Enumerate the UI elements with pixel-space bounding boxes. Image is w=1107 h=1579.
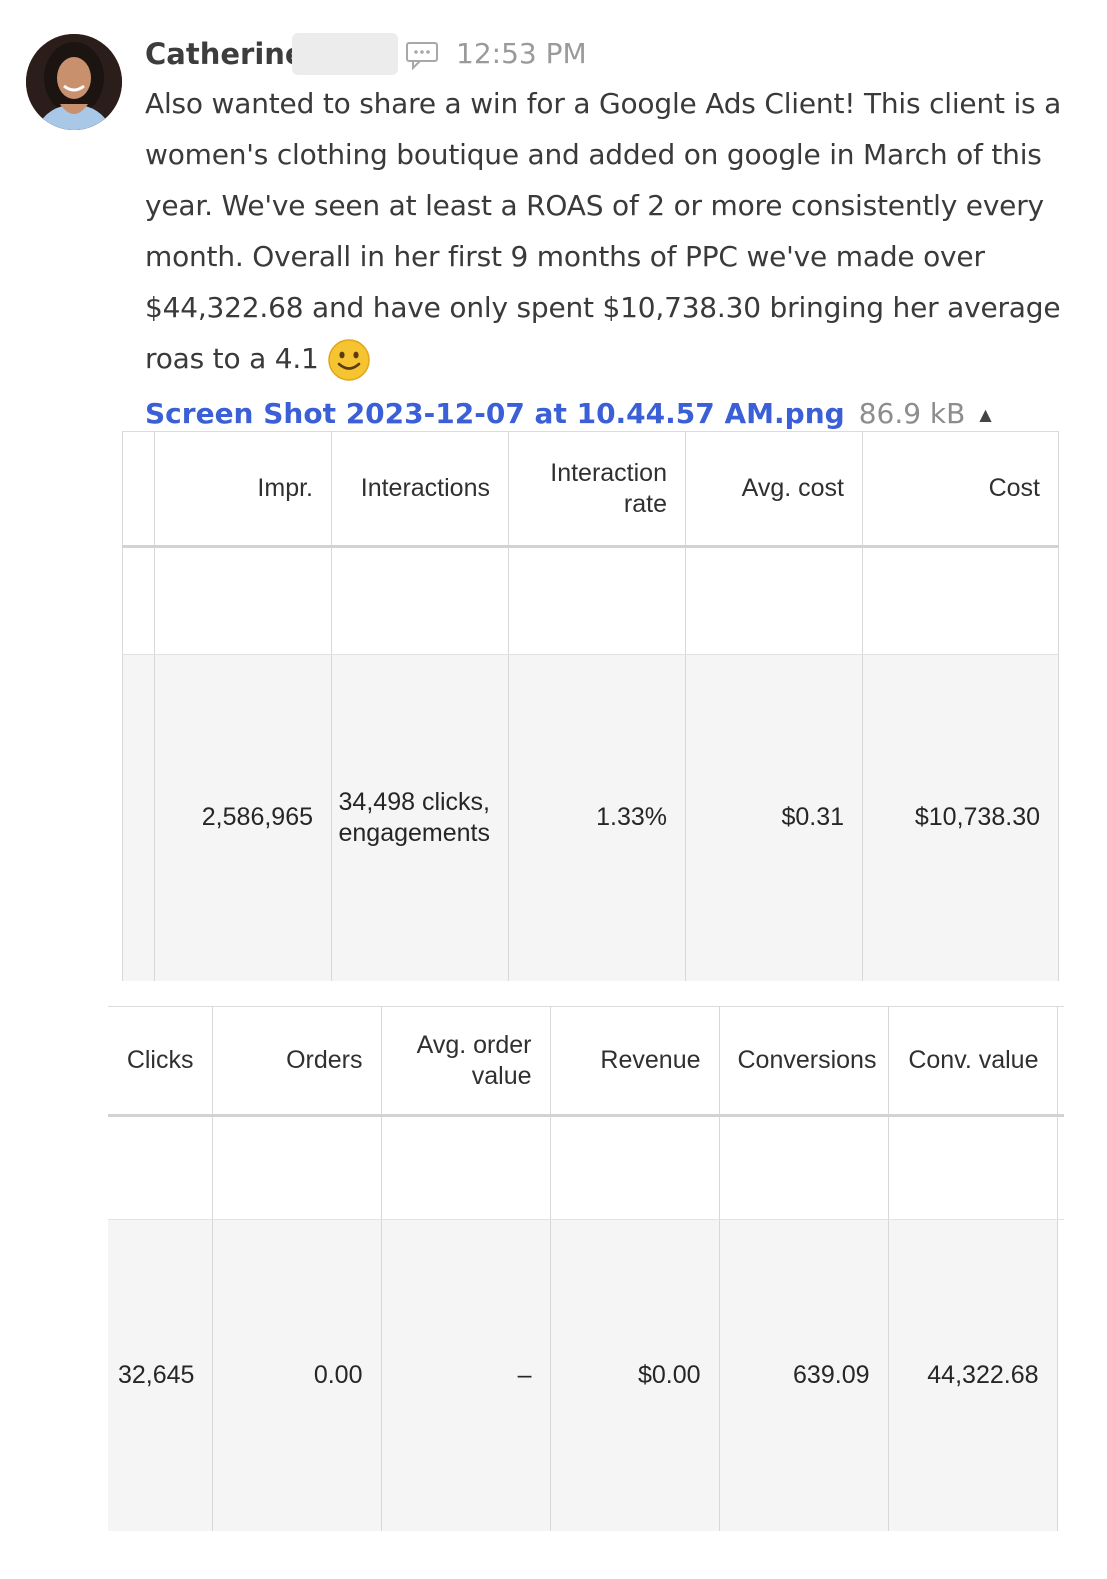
column-header-revenue[interactable]: Revenue	[550, 1006, 720, 1117]
message-line: $44,322.68 and have only spent $10,738.3…	[145, 291, 1061, 324]
column-header-conv-value[interactable]: Conv. value	[888, 1006, 1058, 1117]
table-cell-avg-cost: $0.31	[685, 654, 863, 981]
table-header-row: Clicks Orders Avg. order value Revenue C…	[108, 1006, 1064, 1117]
table-cell-avg-order-value: –	[381, 1219, 551, 1531]
avatar[interactable]	[26, 34, 122, 130]
table-cell-interaction-rate: 1.33%	[508, 654, 686, 981]
table-row-empty	[122, 546, 1059, 655]
message-line: month. Overall in her first 9 months of …	[145, 240, 985, 273]
table-row-empty	[108, 1115, 1064, 1220]
table-cell-cost: $10,738.30	[862, 654, 1059, 981]
collapse-caret-icon[interactable]: ▲	[979, 405, 991, 424]
table-cell-orders: 0.00	[212, 1219, 382, 1531]
ads-metrics-table-1: Impr. Interactions Interaction rate Avg.…	[122, 431, 1059, 981]
column-header-avg-cost[interactable]: Avg. cost	[685, 431, 863, 548]
column-header-conversions[interactable]: Conversions	[719, 1006, 889, 1117]
column-header-interaction-rate[interactable]: Interaction rate	[508, 431, 686, 548]
table-cell-conv-value: 44,322.68	[888, 1219, 1058, 1531]
message-line: roas to a 4.1	[145, 342, 319, 375]
column-header-clicks[interactable]: Clicks	[108, 1006, 213, 1117]
table-cell	[122, 654, 155, 981]
column-header-avg-order-value[interactable]: Avg. order value	[381, 1006, 551, 1117]
table-header-row: Impr. Interactions Interaction rate Avg.…	[122, 431, 1059, 548]
redacted-surname	[292, 33, 398, 75]
column-header-interactions[interactable]: Interactions	[331, 431, 509, 548]
attachment: Screen Shot 2023-12-07 at 10.44.57 AM.pn…	[145, 394, 992, 435]
message-body: Also wanted to share a win for a Google …	[145, 78, 1080, 384]
column-header[interactable]	[122, 431, 155, 548]
table-cell-revenue: $0.00	[550, 1219, 720, 1531]
chat-bubble-icon	[406, 42, 438, 70]
author-name[interactable]: Catherine	[145, 34, 305, 74]
attachment-size: 86.9 kB	[858, 397, 966, 430]
message-line: women's clothing boutique and added on g…	[145, 138, 1042, 171]
column-header-cost[interactable]: Cost	[862, 431, 1059, 548]
attachment-link[interactable]: Screen Shot 2023-12-07 at 10.44.57 AM.pn…	[145, 397, 845, 430]
smiley-face-icon	[327, 339, 370, 381]
message-line: Also wanted to share a win for a Google …	[145, 87, 1062, 120]
message-line-last: roas to a 4.1	[145, 333, 1080, 384]
column-header-orders[interactable]: Orders	[212, 1006, 382, 1117]
message-timestamp: 12:53 PM	[456, 37, 587, 70]
avatar-photo	[26, 34, 122, 130]
ads-metrics-table-2: Clicks Orders Avg. order value Revenue C…	[108, 1006, 1064, 1531]
table-cell-impr: 2,586,965	[154, 654, 332, 981]
table-cell-conversions: 639.09	[719, 1219, 889, 1531]
message-line: year. We've seen at least a ROAS of 2 or…	[145, 189, 1044, 222]
table-row: 2,586,965 34,498 clicks, engagements 1.3…	[122, 654, 1059, 981]
table-cell-clicks: 32,645	[108, 1219, 213, 1531]
table-cell-interactions: 34,498 clicks, engagements	[331, 654, 509, 981]
table-row: 32,645 0.00 – $0.00 639.09 44,322.68	[108, 1219, 1064, 1531]
column-header-impr[interactable]: Impr.	[154, 431, 332, 548]
